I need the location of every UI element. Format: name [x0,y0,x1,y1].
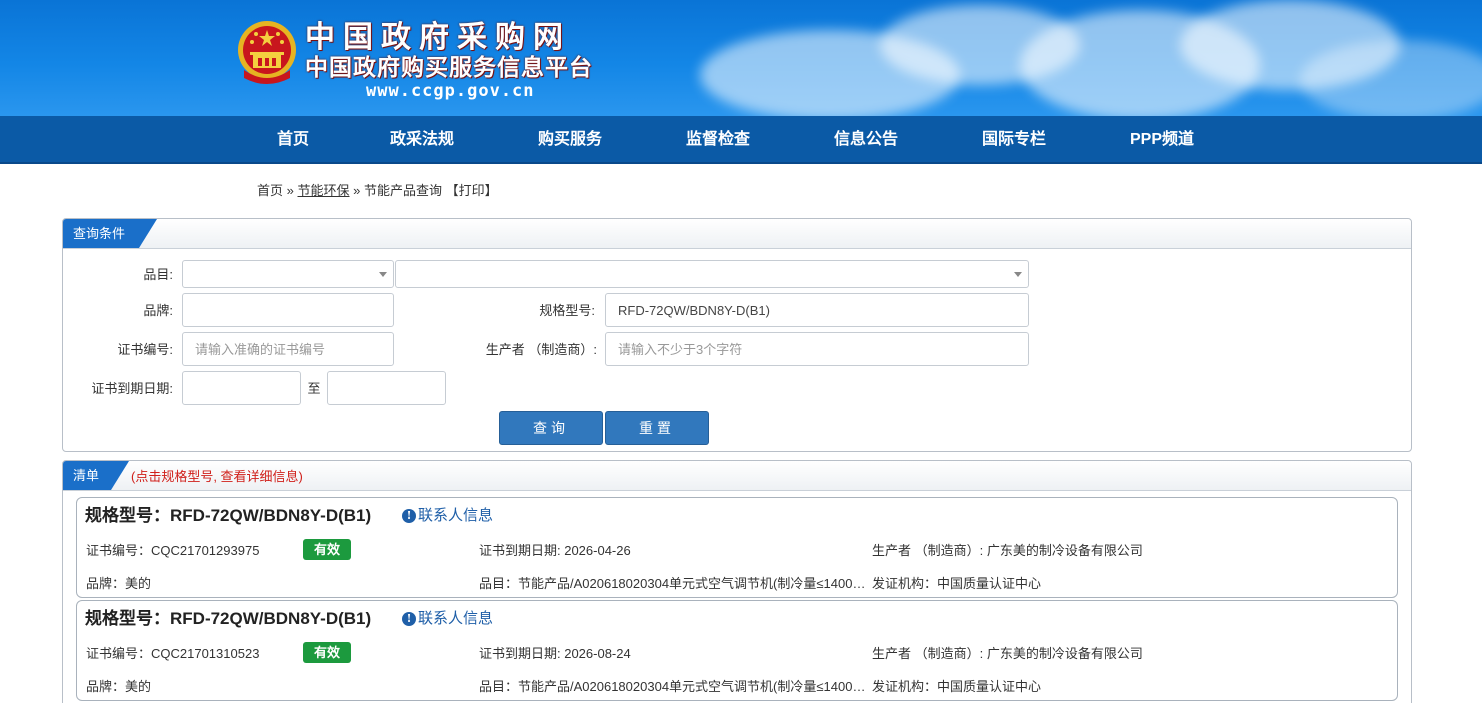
cert-number: 证书编号：CQC21701310523 [86,646,260,661]
category-select-primary[interactable] [182,260,394,288]
nav-ppp[interactable]: PPP频道 [1122,116,1202,164]
site-banner: 中国政府采购网 中国政府购买服务信息平台 www.ccgp.gov.cn [0,0,1482,116]
national-emblem-icon [238,21,296,84]
chevron-down-icon [379,272,387,277]
cert-number-input[interactable] [182,332,394,366]
issuing-authority: 发证机构：中国质量认证中心 [872,576,1042,591]
expiry-date-label: 证书到期日期: [91,381,173,396]
brand: 品牌：美的 [86,679,152,694]
brand: 品牌：美的 [86,576,152,591]
query-panel-header: 查询条件 [63,219,1411,249]
chevron-down-icon [1014,272,1022,277]
status-badge: 有效 [303,642,351,663]
brand-input[interactable] [182,293,394,327]
breadcrumb-separator: » [286,183,294,198]
contact-info-label: 联系人信息 [418,507,494,524]
cert-number-label: 证书编号: [117,342,173,357]
expiry-date-to-label: 至 [307,381,321,396]
cloud-decoration [1300,40,1482,116]
info-icon: ! [402,509,416,523]
contact-info-link[interactable]: ! 联系人信息 [402,609,493,629]
category: 品目：节能产品/A020618020304单元式空气调节机(制冷量≤14000W… [479,576,869,591]
site-subtitle: 中国政府购买服务信息平台 [305,55,593,81]
main-nav: 首页 政采法规 购买服务 监督检查 信息公告 国际专栏 PPP频道 [0,116,1482,164]
nav-announcements[interactable]: 信息公告 [826,116,906,164]
status-badge: 有效 [303,539,351,560]
result-list-header: 清单 (点击规格型号, 查看详细信息) [63,461,1411,491]
breadcrumb-home[interactable]: 首页 [257,183,283,198]
expiry-date: 证书到期日期: 2026-04-26 [479,543,631,558]
nav-home[interactable]: 首页 [256,116,330,164]
breadcrumb-section[interactable]: 节能环保 [298,183,350,198]
contact-info-link[interactable]: ! 联系人信息 [402,506,493,526]
category: 品目：节能产品/A020618020304单元式空气调节机(制冷量≤14000W… [479,679,869,694]
brand-label: 品牌: [143,303,173,318]
contact-info-label: 联系人信息 [418,610,494,627]
nav-supervision[interactable]: 监督检查 [678,116,758,164]
manufacturer: 生产者 （制造商）: 广东美的制冷设备有限公司 [872,646,1143,661]
model-title-link[interactable]: 规格型号：RFD-72QW/BDN8Y-D(B1) [85,609,371,629]
result-card: 规格型号：RFD-72QW/BDN8Y-D(B1) ! 联系人信息 证书编号：CQ… [76,497,1398,598]
model-input[interactable] [605,293,1029,327]
query-panel-tab: 查询条件 [63,219,157,248]
site-title: 中国政府采购网 [305,20,571,55]
result-list-tab: 清单 [63,461,129,490]
cert-number: 证书编号：CQC21701293975 [86,543,260,558]
nav-regulations[interactable]: 政采法规 [382,116,462,164]
print-link[interactable]: 【打印】 [446,183,498,198]
result-card: 规格型号：RFD-72QW/BDN8Y-D(B1) ! 联系人信息 证书编号：CQ… [76,600,1398,701]
result-list-panel: 清单 (点击规格型号, 查看详细信息) 规格型号：RFD-72QW/BDN8Y-… [62,460,1412,703]
manufacturer-label: 生产者 （制造商）: [485,342,597,357]
nav-international[interactable]: 国际专栏 [974,116,1054,164]
info-icon: ! [402,612,416,626]
query-panel: 查询条件 品目: 品牌: 规格型号: 证书编号: 生产者 （制造商）: 证书到期… [62,218,1412,452]
manufacturer-input[interactable] [605,332,1029,366]
expiry-date: 证书到期日期: 2026-08-24 [479,646,631,661]
category-label: 品目: [143,267,173,282]
search-button[interactable]: 查询 [499,411,603,445]
nav-purchase-services[interactable]: 购买服务 [530,116,610,164]
manufacturer: 生产者 （制造商）: 广东美的制冷设备有限公司 [872,543,1143,558]
model-label: 规格型号: [539,303,595,318]
category-select-secondary[interactable] [395,260,1029,288]
result-list-hint: (点击规格型号, 查看详细信息) [131,469,303,484]
site-url: www.ccgp.gov.cn [366,81,535,101]
breadcrumb: 首页 » 节能环保 » 节能产品查询 【打印】 [257,183,498,199]
expiry-date-to-input[interactable] [327,371,446,405]
reset-button[interactable]: 重置 [605,411,709,445]
expiry-date-from-input[interactable] [182,371,301,405]
breadcrumb-current: 节能产品查询 [364,183,443,198]
model-title-link[interactable]: 规格型号：RFD-72QW/BDN8Y-D(B1) [85,506,371,526]
breadcrumb-separator: » [353,183,361,198]
issuing-authority: 发证机构：中国质量认证中心 [872,679,1042,694]
